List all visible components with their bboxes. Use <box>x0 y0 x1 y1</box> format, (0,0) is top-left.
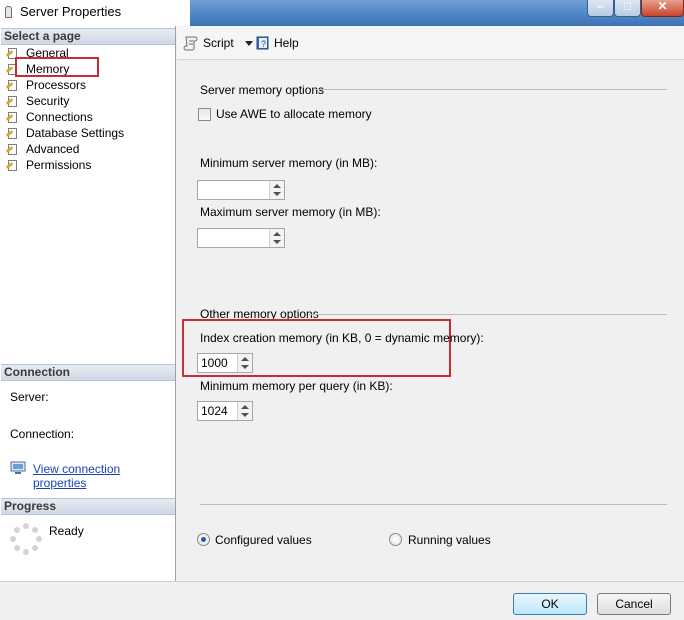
dialog-footer: OK Cancel <box>0 581 684 620</box>
maximize-icon: □ <box>623 0 632 13</box>
help-book-icon: ? <box>255 35 271 51</box>
progress-status: Ready <box>49 524 84 538</box>
page-settings-icon <box>5 111 18 123</box>
running-values-label: Running values <box>408 533 491 547</box>
cancel-button[interactable]: Cancel <box>597 593 671 615</box>
close-button[interactable]: ✕ <box>641 0 684 17</box>
page-settings-icon <box>5 95 18 107</box>
spinner-arrows-icon[interactable] <box>269 181 284 199</box>
memory-highlight-box <box>15 57 99 77</box>
ok-button[interactable]: OK <box>513 593 587 615</box>
progress-spinner-icon <box>10 523 42 555</box>
connection-properties-icon <box>10 461 26 475</box>
min-server-memory-input[interactable] <box>197 180 285 200</box>
connection-header: Connection <box>1 364 175 381</box>
min-memory-per-query-input[interactable]: 1024 <box>197 401 253 421</box>
minimize-button[interactable]: – <box>587 0 614 17</box>
app-icon <box>5 6 12 18</box>
group-separator <box>309 314 667 315</box>
progress-header: Progress <box>1 498 175 515</box>
configured-values-radio[interactable] <box>197 533 210 546</box>
min-memory-per-query-label: Minimum memory per query (in KB): <box>200 379 393 393</box>
connection-label: Connection: <box>10 427 75 441</box>
script-label: Script <box>203 36 234 50</box>
view-connection-properties-link[interactable]: View connection properties <box>33 462 175 490</box>
left-pane: Select a page General Memory Processors … <box>0 26 176 581</box>
min-memory-per-query-value: 1024 <box>201 404 228 418</box>
page-item-label: Permissions <box>26 158 92 172</box>
page-item-label: Processors <box>26 78 87 92</box>
maximize-button[interactable]: □ <box>614 0 641 17</box>
page-settings-icon <box>5 127 18 139</box>
index-creation-memory-value: 1000 <box>201 356 228 370</box>
page-item-label: Advanced <box>26 142 80 156</box>
index-creation-memory-label: Index creation memory (in KB, 0 = dynami… <box>200 331 484 345</box>
index-creation-memory-input[interactable]: 1000 <box>197 353 253 373</box>
server-memory-options-label: Server memory options <box>200 83 325 97</box>
window-title: Server Properties <box>20 4 122 19</box>
page-settings-icon <box>5 159 18 171</box>
script-button[interactable]: Script <box>183 35 261 53</box>
group-separator <box>315 89 667 90</box>
close-icon: ✕ <box>657 0 668 13</box>
min-server-memory-label: Minimum server memory (in MB): <box>200 156 378 170</box>
options-separator <box>200 504 667 505</box>
help-button[interactable]: ? Help <box>255 35 305 53</box>
spinner-arrows-icon[interactable] <box>237 402 252 420</box>
server-label: Server: <box>10 390 49 404</box>
minimize-icon: – <box>597 0 604 13</box>
max-server-memory-input[interactable] <box>197 228 285 248</box>
configured-values-label: Configured values <box>215 533 312 547</box>
page-settings-icon <box>5 143 18 155</box>
page-settings-icon <box>5 79 18 91</box>
title-bar: Server Properties – □ ✕ <box>0 0 684 26</box>
svg-text:?: ? <box>261 39 266 49</box>
spinner-arrows-icon[interactable] <box>269 229 284 247</box>
page-item-label: Connections <box>26 110 93 124</box>
use-awe-checkbox[interactable] <box>198 108 211 121</box>
chevron-down-icon <box>245 41 253 46</box>
page-item-label: Database Settings <box>26 126 125 140</box>
use-awe-label: Use AWE to allocate memory <box>216 107 372 121</box>
toolbar: Script ? Help <box>177 26 684 60</box>
max-server-memory-label: Maximum server memory (in MB): <box>200 205 381 219</box>
page-item-label: Security <box>26 94 70 108</box>
spinner-arrows-icon[interactable] <box>237 354 252 372</box>
window-title-tab: Server Properties <box>0 0 190 26</box>
help-label: Help <box>274 36 299 50</box>
select-page-header: Select a page <box>1 28 175 45</box>
script-icon <box>183 35 199 51</box>
right-pane: Script ? Help Server memory options Use … <box>177 26 684 581</box>
running-values-radio[interactable] <box>389 533 402 546</box>
